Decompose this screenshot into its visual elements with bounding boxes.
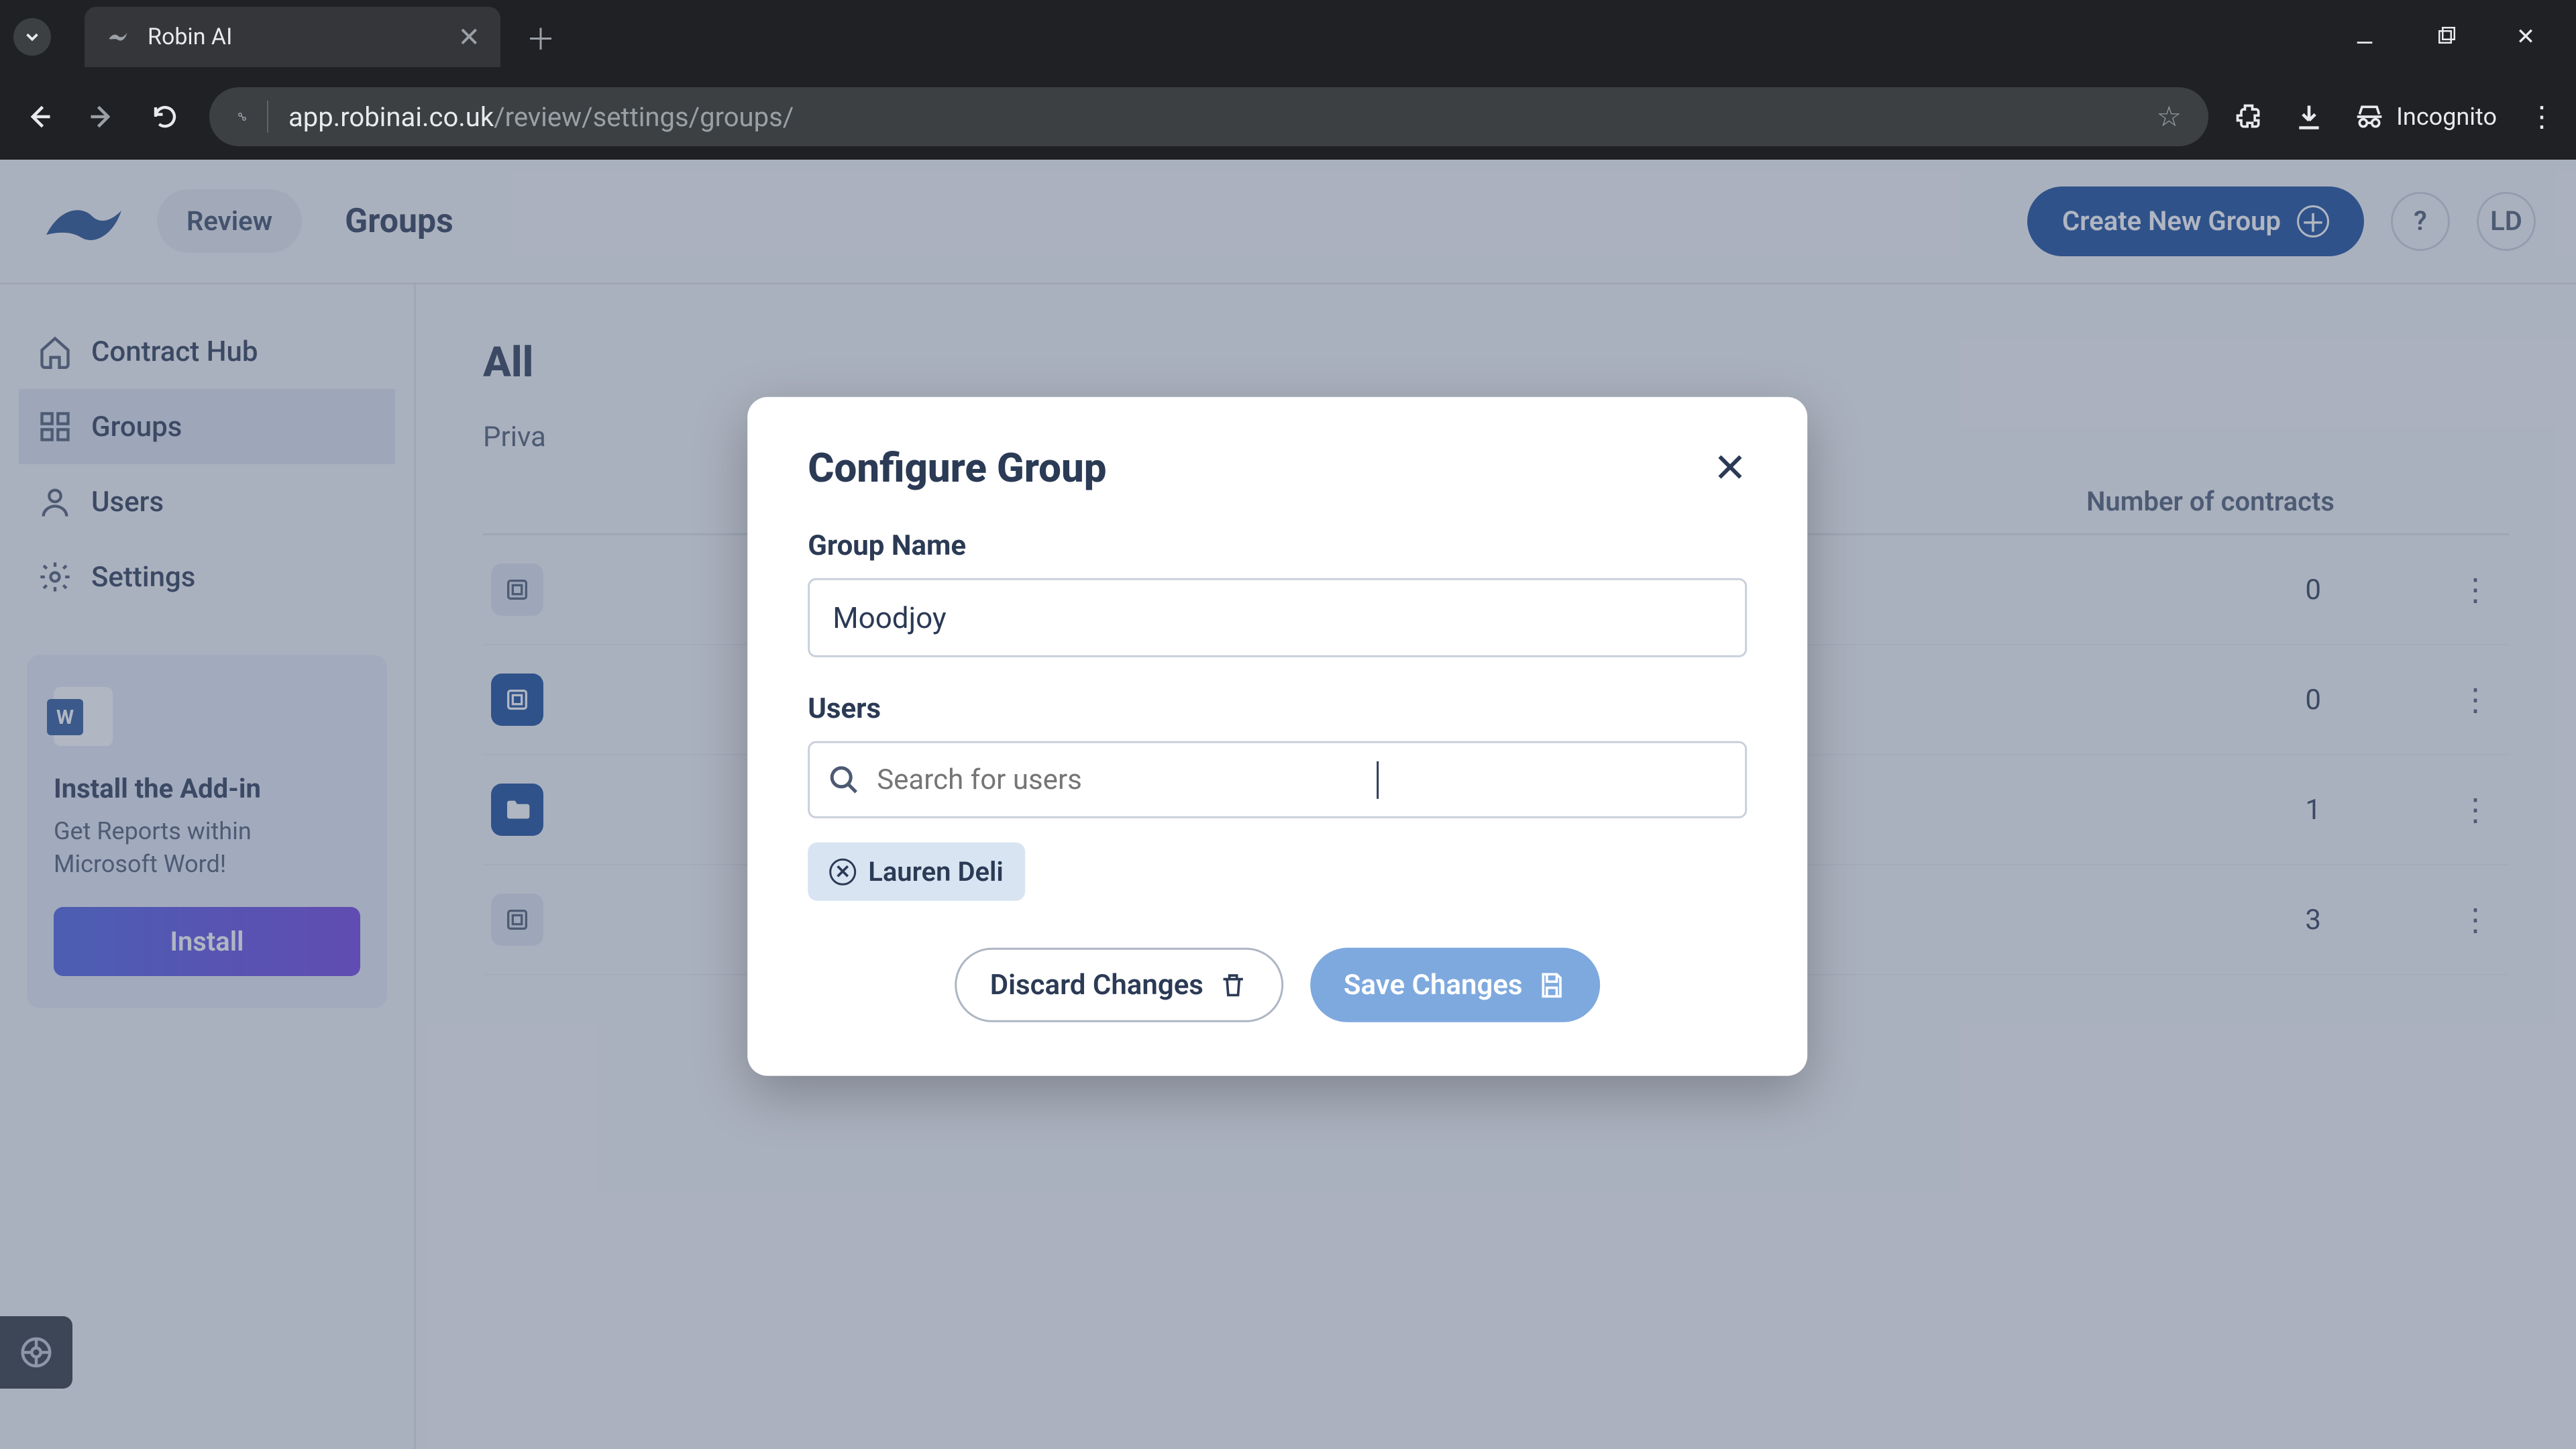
extensions-icon[interactable] xyxy=(2234,102,2263,131)
tab-strip: Robin AI ✕ ＋ ✕ xyxy=(0,0,2576,74)
text-cursor-icon xyxy=(1377,761,1403,798)
tab-title: Robin AI xyxy=(148,23,441,50)
modal-close-button[interactable]: ✕ xyxy=(1713,444,1747,492)
browser-chrome: Robin AI ✕ ＋ ✕ app.rob xyxy=(0,0,2576,160)
users-label: Users xyxy=(808,692,1747,725)
new-tab-button[interactable]: ＋ xyxy=(521,17,561,57)
window-controls: ✕ xyxy=(2348,20,2563,54)
trash-icon xyxy=(1218,970,1248,1000)
bookmark-icon[interactable]: ☆ xyxy=(2156,100,2182,133)
tab-close-icon[interactable]: ✕ xyxy=(458,21,480,53)
user-chip[interactable]: ✕ Lauren Deli xyxy=(808,843,1025,901)
group-name-input[interactable] xyxy=(808,578,1747,657)
address-bar[interactable]: app.robinai.co.uk/review/settings/groups… xyxy=(209,87,2208,146)
app-page: Review Groups Create New Group ＋ ? LD Co… xyxy=(0,160,2576,1449)
group-name-label: Group Name xyxy=(808,529,1747,562)
tab-search-button[interactable] xyxy=(13,18,51,56)
window-close-button[interactable]: ✕ xyxy=(2509,20,2542,54)
search-icon xyxy=(828,763,860,796)
remove-chip-icon[interactable]: ✕ xyxy=(829,858,856,885)
url-text: app.robinai.co.uk/review/settings/groups… xyxy=(288,101,794,133)
nav-back-button[interactable] xyxy=(20,98,58,136)
site-info-icon[interactable] xyxy=(236,101,268,133)
discard-changes-button[interactable]: Discard Changes xyxy=(955,948,1283,1022)
nav-forward-button[interactable] xyxy=(83,98,121,136)
tab-favicon xyxy=(105,23,131,50)
window-minimize-button[interactable] xyxy=(2348,20,2381,54)
user-chip-label: Lauren Deli xyxy=(868,856,1004,888)
window-maximize-button[interactable] xyxy=(2428,20,2462,54)
browser-toolbar: app.robinai.co.uk/review/settings/groups… xyxy=(0,74,2576,160)
save-icon xyxy=(1538,970,1567,1000)
nav-reload-button[interactable] xyxy=(146,98,184,136)
browser-tab[interactable]: Robin AI ✕ xyxy=(85,7,500,67)
configure-group-modal: Configure Group ✕ Group Name Users ✕ Lau… xyxy=(747,397,1807,1076)
downloads-icon[interactable] xyxy=(2294,102,2324,131)
save-changes-button[interactable]: Save Changes xyxy=(1310,948,1601,1022)
browser-menu-icon[interactable]: ⋮ xyxy=(2528,100,2556,133)
modal-title: Configure Group xyxy=(808,444,1106,492)
users-search-input[interactable] xyxy=(808,741,1747,818)
incognito-indicator[interactable]: Incognito xyxy=(2355,102,2497,131)
